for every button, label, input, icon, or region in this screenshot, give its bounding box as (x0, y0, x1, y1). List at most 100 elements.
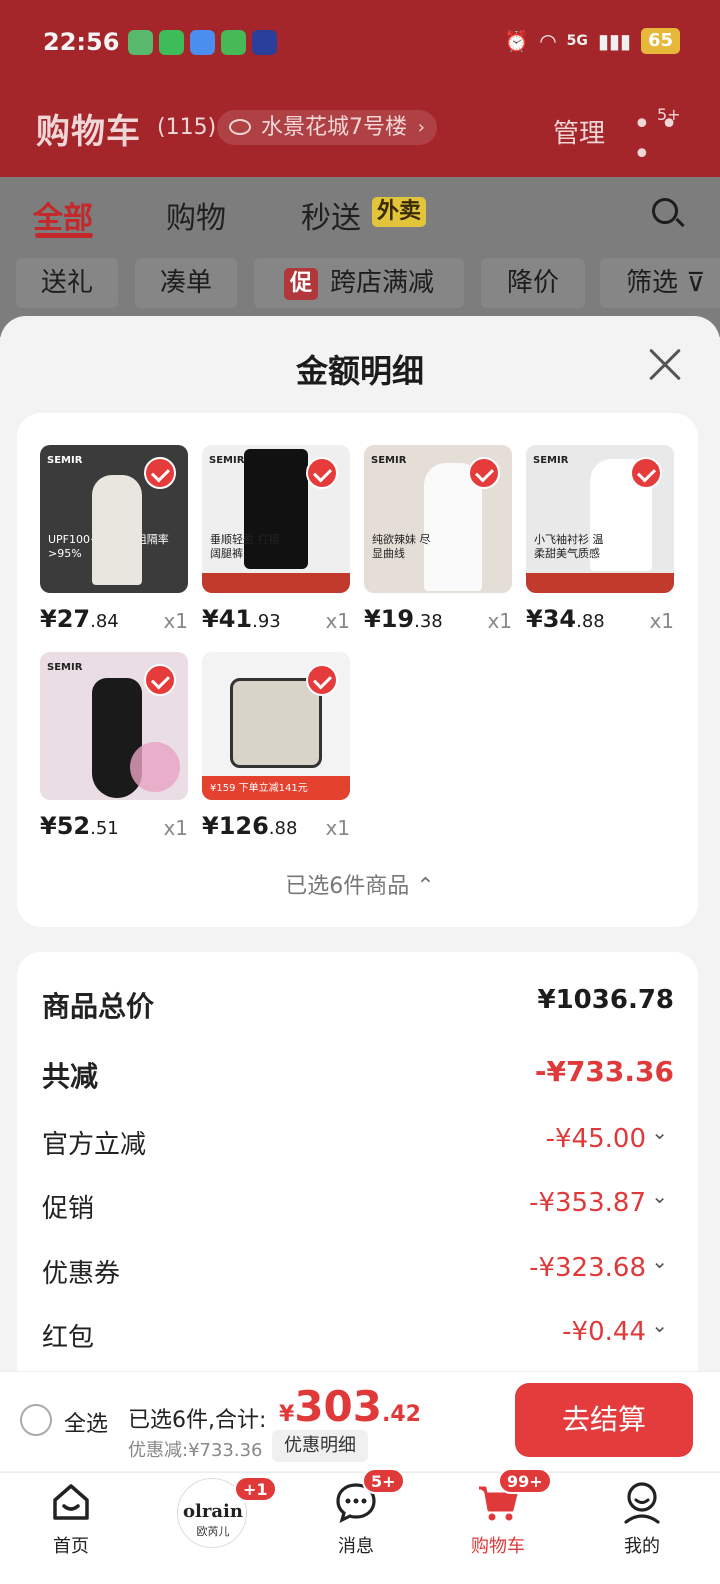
checkout-button[interactable]: 去结算 (515, 1383, 693, 1457)
flower-decoration (130, 742, 180, 792)
tab-shopping[interactable]: 购物 (166, 193, 226, 237)
row-value: -¥0.44 (562, 1317, 646, 1347)
product-caption: 纯欲辣妹 尽显曲线 (372, 533, 431, 560)
tab-express[interactable]: 秒送 (301, 193, 361, 237)
product-item[interactable]: SEMIR ¥52.51 x1 (40, 652, 188, 840)
breakdown-row-total: 商品总价 ¥1036.78 (42, 985, 674, 1025)
product-item[interactable]: SEMIR 小飞袖衬衫 温柔甜美气质感 ¥34.88 x1 (526, 445, 674, 633)
discount-summary: 优惠减:¥733.36 (128, 1440, 263, 1461)
chevron-down-icon: ⌄ (651, 1249, 668, 1273)
selected-check-icon[interactable] (306, 664, 338, 696)
selected-count-toggle[interactable]: 已选6件商品 ⌃ (0, 868, 720, 900)
chip-bundle[interactable]: 凑单 (135, 258, 237, 308)
promo-badge: 促 (283, 267, 318, 300)
nav-badge: 5+ (362, 1468, 405, 1494)
select-all-label[interactable]: 全选 (64, 1406, 108, 1438)
discount-detail-button[interactable]: 优惠明细 (272, 1430, 368, 1462)
breakdown-row-reduction: 共减 -¥733.36 (42, 1055, 674, 1095)
close-icon[interactable] (648, 347, 682, 381)
selected-check-icon[interactable] (630, 457, 662, 489)
product-price: ¥52.51 (40, 812, 119, 840)
nav-store[interactable]: olrain 欧芮儿 +1 (162, 1476, 277, 1548)
selected-check-icon[interactable] (306, 457, 338, 489)
nav-label: 购物车 (471, 1536, 525, 1557)
selected-check-icon[interactable] (468, 457, 500, 489)
takeout-badge: 外卖 (372, 197, 427, 227)
product-qty: x1 (325, 816, 350, 840)
store-logo-text: olrain (183, 1501, 243, 1522)
product-qty: x1 (163, 609, 188, 633)
product-item[interactable]: SEMIR 纯欲辣妹 尽显曲线 ¥19.38 x1 (364, 445, 512, 633)
price-int: ¥126 (202, 812, 269, 840)
row-value: -¥733.36 (534, 1055, 674, 1088)
selected-check-icon[interactable] (144, 457, 176, 489)
chip-filter[interactable]: 筛选 ⊽ (600, 258, 720, 308)
brand-label: SEMIR (371, 455, 407, 466)
price-dec: .88 (576, 611, 605, 632)
selected-check-icon[interactable] (144, 664, 176, 696)
chip-gift[interactable]: 送礼 (16, 258, 118, 308)
row-label: 促销 (42, 1194, 95, 1224)
breakdown-row-official[interactable]: 官方立减 -¥45.00 ⌄ (42, 1120, 674, 1164)
product-item[interactable]: ¥159 下单立减141元 ¥126.88 x1 (202, 652, 350, 840)
nav-profile[interactable]: 我的 (592, 1480, 692, 1558)
breakdown-row-coupon[interactable]: 优惠券 -¥323.68 ⌄ (42, 1249, 674, 1293)
product-item[interactable]: SEMIR 垂顺轻盈 打褶阔腿裤 ¥41.93 x1 (202, 445, 350, 633)
price-dec: .84 (90, 611, 119, 632)
price-band (202, 573, 350, 593)
nav-messages[interactable]: 消息 5+ (306, 1468, 406, 1558)
row-label: 红包 (42, 1323, 95, 1353)
price-band (526, 573, 674, 593)
more-button[interactable]: • • • 5+ (633, 105, 683, 170)
profile-icon (620, 1480, 664, 1524)
selection-summary: 已选6件,合计: (128, 1408, 267, 1433)
manage-button[interactable]: 管理 (553, 113, 605, 150)
brand-label: SEMIR (47, 455, 83, 466)
chip-price-drop[interactable]: 降价 (481, 258, 585, 308)
status-bar: 22:56 ⏰ ◠ 5G ▮▮▮ 65 (0, 0, 720, 86)
product-qty: x1 (649, 609, 674, 633)
brand-label: SEMIR (533, 455, 569, 466)
price-dec: .93 (252, 611, 281, 632)
battery-icon: 65 (640, 28, 680, 54)
chip-label: 跨店满减 (330, 268, 435, 298)
price-dec: .51 (90, 818, 119, 839)
nav-home[interactable]: 首页 (21, 1480, 121, 1558)
price-int: ¥34 (526, 605, 577, 633)
cloud-icon (190, 30, 215, 55)
brand-label: SEMIR (209, 455, 245, 466)
bag-figure (230, 678, 322, 768)
nav-label: 欧芮儿 (196, 1525, 230, 1538)
search-icon[interactable] (652, 198, 678, 224)
product-qty: x1 (325, 609, 350, 633)
breakdown-row-redpacket[interactable]: 红包 -¥0.44 ⌄ (42, 1313, 674, 1357)
address-selector[interactable]: 水景花城7号楼 › (217, 110, 437, 145)
row-value: -¥323.68 (529, 1253, 646, 1283)
notification-icons (128, 30, 277, 55)
chip-cross-store[interactable]: 促跨店满减 (254, 258, 464, 308)
product-price: ¥19.38 (364, 605, 443, 633)
system-icons: ⏰ ◠ 5G ▮▮▮ 65 (504, 28, 680, 54)
nav-cart[interactable]: 购物车 99+ (448, 1468, 552, 1558)
chevron-down-icon: ⌄ (651, 1120, 668, 1144)
page-title: 购物车 (36, 112, 141, 152)
price-dec: .38 (414, 611, 443, 632)
price-dec: .88 (268, 818, 298, 839)
brand-label: SEMIR (47, 662, 83, 673)
product-caption: ¥159 下单立减141元 (210, 783, 308, 794)
product-qty: x1 (163, 816, 188, 840)
breakdown-row-promotion[interactable]: 促销 -¥353.87 ⌄ (42, 1184, 674, 1228)
product-caption: 垂顺轻盈 打褶阔腿裤 (210, 533, 280, 560)
select-all-radio[interactable] (20, 1404, 52, 1436)
message-app-icon (221, 30, 246, 55)
product-price: ¥126.88 (202, 812, 297, 840)
nav-badge: +1 (234, 1476, 277, 1502)
product-item[interactable]: SEMIR UPF100+ 紫外线阻隔率>95% ¥27.84 x1 (40, 445, 188, 633)
total-int: 303 (294, 1382, 382, 1431)
row-label: 官方立减 (42, 1130, 147, 1160)
eye-icon (229, 119, 251, 135)
tab-all[interactable]: 全部 (33, 193, 93, 237)
nav-label: 首页 (53, 1536, 89, 1557)
signal-icon: ▮▮▮ (597, 29, 631, 53)
product-price: ¥41.93 (202, 605, 281, 633)
